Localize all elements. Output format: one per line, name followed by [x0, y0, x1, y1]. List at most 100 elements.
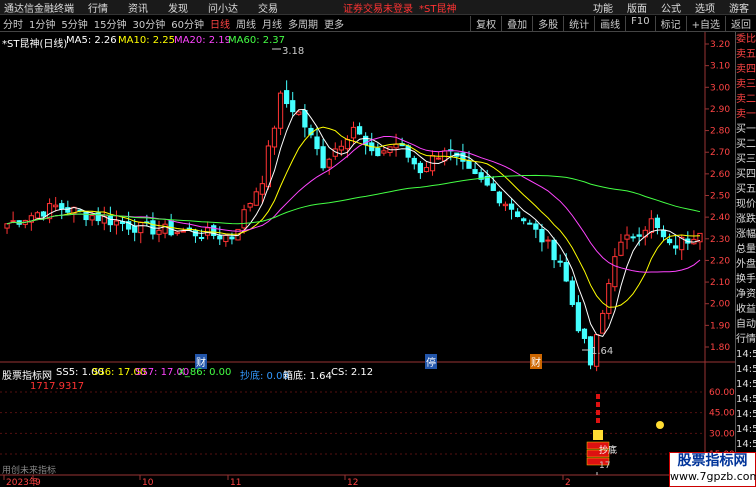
draw-line-button[interactable]: 画线	[594, 15, 625, 31]
side-panel-item: 卖二	[736, 94, 756, 105]
login-notice[interactable]: 证券交易未登录	[343, 0, 413, 15]
candle-body	[253, 191, 259, 206]
mark-button[interactable]: 标记	[654, 15, 686, 31]
menu-function[interactable]: 功能	[586, 0, 620, 15]
candle-body	[229, 236, 235, 240]
menu-ask[interactable]: 问小达	[198, 0, 248, 15]
candle-body	[490, 183, 496, 191]
candle-body	[344, 138, 351, 150]
event-marker-suspend[interactable]: 停	[425, 354, 437, 369]
side-panel-item: 买五	[736, 184, 756, 195]
chart-area[interactable]: 3.20 3.10 3.00 2.90 2.80 2.70 2.60 2.50 2.40 2.30…	[0, 32, 735, 487]
candle-body	[472, 169, 478, 175]
side-panel-item: 14:54	[736, 364, 756, 375]
signal-label: 抄底	[599, 446, 618, 456]
y-tick-label: 2.50	[710, 192, 730, 202]
menu-formula[interactable]: 公式	[654, 0, 688, 15]
signal-dot	[596, 418, 600, 423]
add-watchlist-button[interactable]: +自选	[685, 15, 725, 31]
f10-button[interactable]: F10	[625, 15, 654, 31]
candle-body	[320, 146, 326, 169]
overlay-button[interactable]: 叠加	[501, 15, 532, 31]
candle-body	[83, 211, 89, 221]
y-tick-label: 1.90	[710, 321, 730, 331]
candle-body	[600, 312, 606, 334]
candle-body	[417, 162, 423, 174]
menu-guest[interactable]: 游客	[722, 0, 756, 15]
menu-trade[interactable]: 交易	[248, 0, 288, 15]
ma20-label: MA20: 2.19	[174, 35, 232, 46]
signal-dot	[596, 394, 600, 399]
tab-monthly[interactable]: 月线	[259, 16, 285, 31]
side-panel-item: 行情	[736, 334, 756, 345]
y-tick-label: 2.30	[710, 235, 730, 245]
candle-body	[132, 225, 138, 233]
candle-body	[247, 202, 253, 208]
menu-discover[interactable]: 发现	[158, 0, 198, 15]
candle-body	[53, 204, 59, 208]
tab-30min[interactable]: 30分钟	[129, 16, 168, 31]
menu-options[interactable]: 选项	[688, 0, 722, 15]
box-bottom-label: 箱底: 1.64	[283, 371, 332, 382]
candle-body	[660, 229, 667, 238]
candle-body	[156, 229, 162, 235]
restore-rights-button[interactable]: 复权	[470, 15, 501, 31]
money-bag-icon	[656, 421, 664, 429]
candle-body	[521, 218, 527, 222]
candle-body	[551, 239, 557, 261]
indicator-value: 1717.9317	[30, 381, 85, 392]
side-panel-item: 14:55	[736, 409, 756, 420]
menu-quotes[interactable]: 行情	[78, 0, 118, 15]
side-panel-item: 卖一	[736, 109, 756, 120]
multi-stock-button[interactable]: 多股	[532, 15, 563, 31]
side-panel-item: 买四	[736, 169, 756, 180]
tab-1min[interactable]: 1分钟	[26, 16, 58, 31]
signal-icon	[593, 430, 603, 440]
y-tick-label: 2.80	[710, 127, 730, 137]
back-button[interactable]: 返回	[725, 15, 756, 31]
candle-body	[630, 236, 636, 239]
menu-news[interactable]: 资讯	[118, 0, 158, 15]
candle-body	[350, 126, 357, 139]
event-marker-finance-2[interactable]: 财	[530, 354, 542, 369]
y-tick-label: 2.90	[710, 105, 730, 115]
tab-weekly[interactable]: 周线	[233, 16, 259, 31]
candle-body	[138, 221, 144, 234]
candle-body	[198, 236, 205, 239]
side-panel-item: 卖三	[736, 79, 756, 90]
side-panel-item: 14:56	[736, 439, 756, 450]
candle-body	[569, 280, 575, 305]
tab-intraday[interactable]: 分时	[0, 16, 26, 31]
side-panel-item: 现价	[736, 199, 756, 210]
side-panel-item: 14:55	[736, 424, 756, 435]
tab-5min[interactable]: 5分钟	[58, 16, 90, 31]
indicator-title: 股票指标网	[2, 371, 52, 382]
tab-15min[interactable]: 15分钟	[91, 16, 130, 31]
side-panel-item: 总量	[736, 244, 756, 255]
kline-chart[interactable]: 3.20 3.10 3.00 2.90 2.80 2.70 2.60 2.50 2.40 2.30…	[0, 32, 735, 487]
ma60-label: MA60: 2.37	[228, 35, 286, 46]
candle-body	[4, 223, 10, 229]
x-tick-label: 9	[35, 478, 41, 487]
x-tick-label: 10	[142, 478, 154, 487]
candle-body	[217, 235, 223, 240]
watermark: 股票指标网 www.7gpzb.com	[669, 452, 756, 487]
tab-daily[interactable]: 日线	[207, 16, 233, 31]
ma20-line	[6, 136, 701, 273]
menu-layout[interactable]: 版面	[620, 0, 654, 15]
tab-more[interactable]: 更多	[321, 16, 347, 31]
candle-body	[326, 158, 332, 168]
candle-body	[581, 328, 588, 339]
signal-dot	[596, 410, 600, 415]
tab-60min[interactable]: 60分钟	[168, 16, 207, 31]
signal-dot	[596, 402, 600, 407]
side-panel-item[interactable]: 自动	[736, 317, 756, 332]
tab-multi-period[interactable]: 多周期	[285, 16, 321, 31]
candle-body	[314, 136, 320, 150]
side-panel-item: 卖五	[736, 49, 756, 60]
stats-button[interactable]: 统计	[563, 15, 594, 31]
candle-body	[393, 143, 399, 149]
candle-body	[666, 238, 673, 244]
candle-body	[654, 217, 661, 229]
candle-body	[466, 160, 472, 169]
